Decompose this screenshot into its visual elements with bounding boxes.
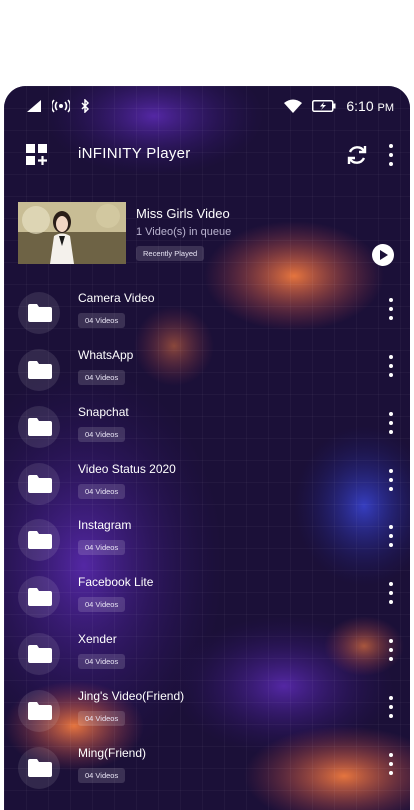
folder-row[interactable]: Snapchat 04 Videos	[4, 398, 410, 455]
more-vertical-icon[interactable]	[388, 639, 394, 661]
folder-row[interactable]: Jing's Video(Friend) 04 Videos	[4, 682, 410, 739]
folder-icon-wrapper	[18, 747, 60, 789]
more-vertical-icon[interactable]	[388, 525, 394, 547]
more-vertical-icon[interactable]	[388, 753, 394, 775]
folder-icon-wrapper	[18, 463, 60, 505]
folder-icon-wrapper	[18, 292, 60, 334]
folder-name: Xender	[78, 632, 117, 646]
recent-video-title: Miss Girls Video	[136, 206, 230, 221]
folder-name: Snapchat	[78, 405, 129, 419]
folder-icon	[28, 361, 52, 379]
recently-played-badge: Recently Played	[136, 246, 205, 261]
video-count-badge: 04 Videos	[78, 427, 126, 442]
folder-name: Instagram	[78, 518, 132, 532]
more-vertical-icon[interactable]	[388, 298, 394, 320]
folder-name: WhatsApp	[78, 348, 134, 362]
video-count-badge: 04 Videos	[78, 484, 126, 499]
folder-row[interactable]: WhatsApp 04 Videos	[4, 341, 410, 398]
video-count-badge: 04 Videos	[78, 313, 126, 328]
folder-icon	[28, 588, 52, 606]
folder-icon-wrapper	[18, 576, 60, 618]
more-vertical-icon[interactable]	[388, 355, 394, 377]
video-count-badge: 04 Videos	[78, 768, 126, 783]
folder-name: Facebook Lite	[78, 575, 154, 589]
folder-icon-wrapper	[18, 690, 60, 732]
phone-screen: 6:10 PM iNFINITY Player Miss Girls Video…	[4, 86, 410, 810]
more-vertical-icon[interactable]	[388, 696, 394, 718]
refresh-icon[interactable]	[346, 144, 368, 166]
video-thumbnail	[18, 202, 126, 264]
folder-icon-wrapper	[18, 406, 60, 448]
wifi-icon	[284, 99, 303, 113]
folder-icon	[28, 645, 52, 663]
more-vertical-icon[interactable]	[388, 469, 394, 491]
signal-icon	[27, 100, 41, 112]
folder-icon	[28, 304, 52, 322]
recent-video-queue: 1 Video(s) in queue	[136, 226, 232, 238]
video-count-badge: 04 Videos	[78, 711, 126, 726]
folder-name: Ming(Friend)	[78, 746, 147, 760]
recently-played-card[interactable]: Miss Girls Video 1 Video(s) in queue Rec…	[16, 202, 408, 266]
folder-row[interactable]: Instagram 04 Videos	[4, 511, 410, 568]
folder-icon-wrapper	[18, 633, 60, 675]
video-count-badge: 04 Videos	[78, 540, 126, 555]
folder-icon	[28, 475, 52, 493]
more-vertical-icon[interactable]	[388, 144, 394, 166]
folder-row[interactable]: Xender 04 Videos	[4, 625, 410, 682]
play-icon[interactable]	[372, 244, 394, 266]
video-count-badge: 04 Videos	[78, 654, 126, 669]
video-count-badge: 04 Videos	[78, 597, 126, 612]
apps-grid-plus-icon[interactable]	[26, 144, 48, 166]
folder-name: Jing's Video(Friend)	[78, 689, 185, 703]
folder-icon	[28, 759, 52, 777]
bluetooth-icon	[81, 99, 90, 113]
folder-icon	[28, 418, 52, 436]
status-bar: 6:10 PM	[4, 86, 410, 128]
app-title: iNFINITY Player	[78, 145, 191, 162]
video-count-badge: 04 Videos	[78, 370, 126, 385]
folder-row[interactable]: Camera Video 04 Videos	[4, 284, 410, 341]
folder-icon	[28, 702, 52, 720]
folder-row[interactable]: Facebook Lite 04 Videos	[4, 568, 410, 625]
folder-icon	[28, 531, 52, 549]
more-vertical-icon[interactable]	[388, 412, 394, 434]
folder-name: Video Status 2020	[78, 462, 176, 476]
battery-charging-icon	[312, 100, 336, 112]
status-time: 6:10 PM	[346, 98, 394, 114]
folder-icon-wrapper	[18, 349, 60, 391]
folder-row[interactable]: Video Status 2020 04 Videos	[4, 455, 410, 512]
more-vertical-icon[interactable]	[388, 582, 394, 604]
hotspot-icon	[52, 99, 70, 113]
folder-name: Camera Video	[78, 291, 155, 305]
folder-row[interactable]: Ming(Friend) 04 Videos	[4, 739, 410, 796]
folder-icon-wrapper	[18, 519, 60, 561]
